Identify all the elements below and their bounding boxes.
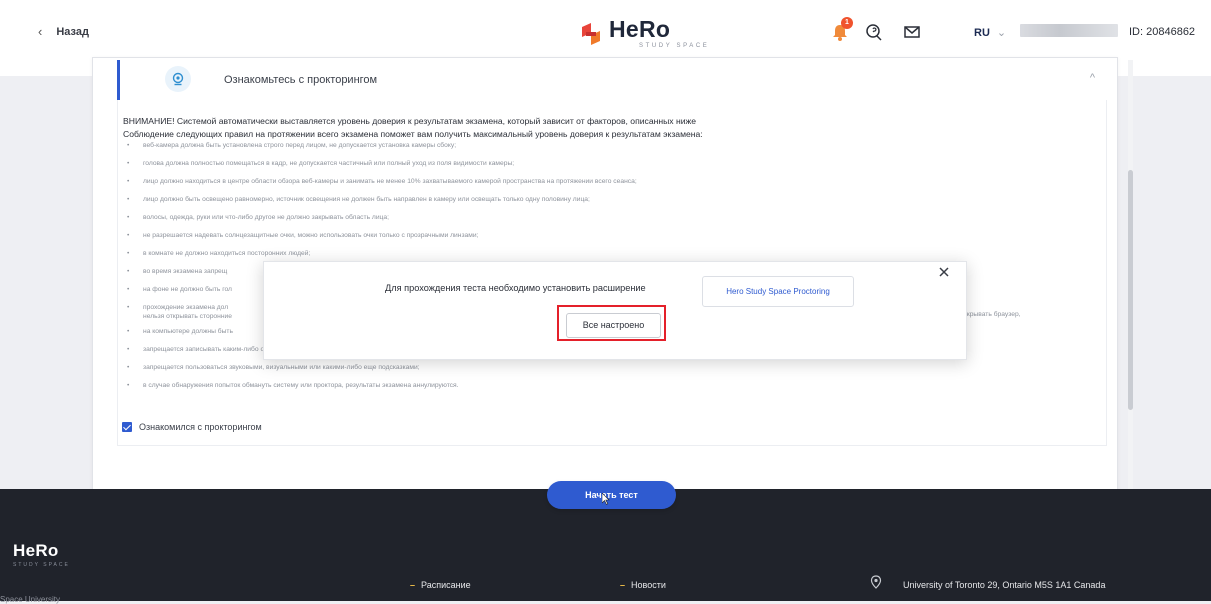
rule-item: волосы, одежда, руки или что-либо другое… [125, 213, 1105, 231]
install-extension-button[interactable]: Hero Study Space Proctoring [702, 276, 854, 307]
rule-item: лицо должно находиться в центре области … [125, 177, 1105, 195]
webcam-icon [165, 66, 191, 92]
agree-label: Ознакомился с прокторингом [139, 422, 262, 432]
rule-continuation-right: закрывать браузер, [960, 311, 1021, 318]
dash-icon: – [620, 580, 626, 590]
language-value: RU [974, 27, 990, 39]
back-label: Назад [56, 25, 89, 38]
footer-logo-subtext: STUDY SPACE [13, 562, 70, 568]
footer-logo-text: HeRo [13, 541, 59, 560]
start-test-button[interactable]: Начать тест [547, 481, 676, 509]
scrollbar-thumb[interactable] [1128, 170, 1133, 410]
footer-link-schedule[interactable]: – Расписание [410, 580, 471, 590]
agree-checkbox[interactable] [122, 422, 132, 432]
language-selector[interactable]: RU ⌄ [974, 26, 1006, 39]
rule-item: в случае обнаружения попыток обмануть си… [125, 381, 1105, 399]
hero-logo-icon [582, 22, 600, 45]
notifications-button[interactable]: 1 [830, 17, 853, 42]
agree-checkbox-row[interactable]: Ознакомился с прокторингом [122, 422, 262, 432]
footer-bottom-text: Space University [0, 595, 61, 604]
rule-item: голова должна полностью помещаться в кад… [125, 159, 1105, 177]
rule-text: прохождение экзамена дол [143, 304, 229, 311]
annotation-highlight-box [557, 305, 666, 341]
chevron-left-icon: ‹ [38, 24, 43, 39]
footer-logo[interactable]: HeRo STUDY SPACE [13, 541, 70, 568]
dash-icon: – [410, 580, 416, 590]
footer-address: University of Toronto 29, Ontario M5S 1A… [903, 580, 1106, 590]
notification-badge: 1 [841, 17, 853, 29]
location-pin-icon [870, 575, 882, 589]
rule-continuation: нельзя открывать сторонние [143, 313, 232, 320]
modal-message: Для прохождения теста необходимо установ… [385, 283, 646, 293]
user-name-blurred [1020, 24, 1118, 37]
rule-item: лицо должно быть освещено равномерно, ис… [125, 195, 1105, 213]
close-icon[interactable] [937, 265, 951, 279]
chevron-down-icon: ⌄ [996, 27, 1007, 39]
footer-link-news[interactable]: – Новости [620, 580, 666, 590]
mouse-cursor-icon [602, 493, 610, 505]
rule-item: запрещается пользоваться звуковыми, визу… [125, 363, 1105, 381]
user-id: ID: 20846862 [1129, 26, 1196, 38]
chevron-up-icon[interactable]: ^ [1090, 72, 1095, 84]
mail-icon[interactable] [902, 22, 922, 42]
logo-subtext: STUDY SPACE [639, 43, 710, 49]
warning-subtext: Соблюдение следующих правил на протяжени… [123, 129, 703, 139]
rule-item: не разрешается надевать солнцезащитные о… [125, 231, 1105, 249]
accordion-title: Ознакомьтесь с прокторингом [224, 74, 378, 86]
support-chat-icon[interactable] [864, 22, 884, 42]
logo-text: HeRo [609, 16, 671, 42]
footer-link-label: Новости [631, 580, 666, 590]
proctoring-accordion-header[interactable]: Ознакомьтесь с прокторингом ^ [117, 60, 1109, 100]
back-link[interactable]: ‹ Назад [38, 24, 89, 39]
rule-item: веб-камера должна быть установлена строг… [125, 141, 1105, 159]
warning-text: ВНИМАНИЕ! Системой автоматически выставл… [123, 116, 697, 126]
hero-logo[interactable]: HeRo STUDY SPACE [578, 18, 709, 49]
footer-link-label: Расписание [421, 580, 471, 590]
